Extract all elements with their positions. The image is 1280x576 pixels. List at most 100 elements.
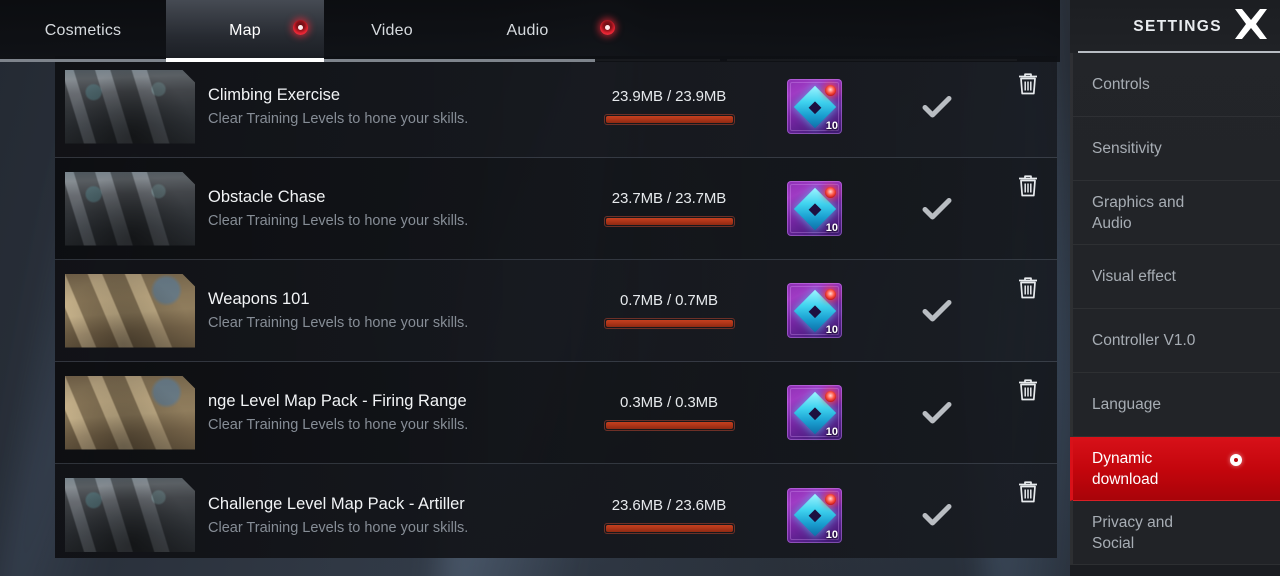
tab-underline [166,58,324,62]
map-description: Clear Training Levels to hone your skill… [208,213,469,229]
sidebar-item-label: Controls [1092,76,1150,93]
map-title: Climbing Exercise [208,86,341,104]
notification-badge-icon [293,20,308,35]
sidebar-item-label: Sensitivity [1092,140,1162,157]
row-text-block: Challenge Level Map Pack - Artiller Clea… [208,494,568,537]
table-row[interactable]: Obstacle Chase Clear Training Levels to … [55,158,1057,260]
map-thumbnail [65,172,195,246]
gem-level-label: 10 [825,426,838,438]
map-title: Challenge Level Map Pack - Artiller [208,494,465,513]
tab-map[interactable]: Map [166,0,324,62]
progress-bar-track [603,318,735,329]
reward-gem-icon[interactable]: 10 [787,181,842,236]
download-size-label: 23.9MB / 23.9MB [611,88,727,105]
category-tab-bar: Cosmetics Map Video Audio [0,0,1060,62]
progress-bar-track [603,216,735,227]
delete-button[interactable] [1017,174,1039,198]
row-text-block: Obstacle Chase Clear Training Levels to … [208,187,568,230]
tab-cosmetics[interactable]: Cosmetics [0,0,166,62]
progress-bar-fill [605,218,733,225]
map-title: Weapons 101 [208,290,310,308]
notification-badge-icon [600,20,615,35]
download-size-label: 23.7MB / 23.7MB [611,190,727,207]
map-description: Clear Training Levels to hone your skill… [208,315,469,331]
tab-underline [324,59,460,62]
gem-level-label: 10 [825,324,838,336]
close-x-icon[interactable] [1232,7,1270,46]
sidebar-item-label: Privacy and Social [1092,513,1173,552]
tab-underline [0,59,166,62]
sidebar-item-label: Dynamic download [1092,449,1159,488]
downloaded-check-icon [920,90,954,124]
download-size-label: 0.7MB / 0.7MB [620,292,718,309]
progress-bar-fill [605,524,733,532]
tab-video[interactable]: Video [324,0,460,62]
downloaded-check-icon [920,498,954,532]
notification-badge-icon [825,85,836,96]
downloaded-check-icon [920,192,954,226]
download-progress: 0.7MB / 0.7MB [579,292,759,329]
notification-badge-icon [1230,454,1242,466]
reward-gem-icon[interactable]: 10 [787,79,842,134]
progress-bar-track [603,114,735,125]
table-row[interactable]: nge Level Map Pack - Firing Range Clear … [55,362,1057,464]
map-title: nge Level Map Pack - Firing Range [208,392,467,410]
reward-gem-icon[interactable]: 10 [787,283,842,338]
progress-bar-fill [605,320,733,327]
sidebar-item-visual-effect[interactable]: Visual effect [1070,245,1280,309]
sidebar-item-label: Graphics and Audio [1092,193,1185,232]
tab-audio[interactable]: Audio [460,0,615,62]
sidebar-item-language[interactable]: Language [1070,373,1280,437]
sidebar-item-sensitivity[interactable]: Sensitivity [1070,117,1280,181]
delete-button[interactable] [1017,72,1039,96]
sidebar-item-label: Visual effect [1092,268,1176,285]
table-row[interactable]: Climbing Exercise Clear Training Levels … [55,56,1057,158]
sidebar-item-controller[interactable]: Controller V1.0 [1070,309,1280,373]
reward-gem-icon[interactable]: 10 [787,385,842,440]
sidebar-item-label: Controller V1.0 [1092,332,1196,349]
gem-level-label: 10 [825,528,838,541]
map-description: Clear Training Levels to hone your skill… [208,417,469,433]
sidebar-footer-spacer [1070,565,1280,576]
sidebar-item-graphics-and-audio[interactable]: Graphics and Audio [1070,181,1280,245]
tab-label: Map [229,22,261,39]
download-progress: 23.9MB / 23.9MB [579,88,759,125]
notification-badge-icon [825,493,836,505]
tab-label: Cosmetics [44,22,122,39]
tab-label: Video [371,22,413,39]
delete-button[interactable] [1017,378,1039,402]
progress-bar-track [603,420,735,431]
delete-button[interactable] [1017,480,1039,504]
map-description: Clear Training Levels to hone your skill… [208,519,469,536]
gem-level-label: 10 [825,120,838,132]
tab-underline [460,59,595,62]
download-progress: 0.3MB / 0.3MB [579,394,759,431]
delete-button[interactable] [1017,276,1039,300]
table-row[interactable]: Weapons 101 Clear Training Levels to hon… [55,260,1057,362]
notification-badge-icon [825,289,836,300]
page-title: SETTINGS [1133,17,1222,35]
settings-header: SETTINGS [1070,0,1280,53]
sidebar-item-dynamic-download[interactable]: Dynamic download [1070,437,1280,501]
row-text-block: Climbing Exercise Clear Training Levels … [208,85,568,128]
gem-level-label: 10 [825,222,838,234]
downloaded-check-icon [920,396,954,430]
table-row[interactable]: Challenge Level Map Pack - Artiller Clea… [55,464,1057,558]
sidebar-item-label: Language [1092,396,1161,413]
downloaded-check-icon [920,294,954,328]
map-thumbnail [65,70,195,144]
map-thumbnail [65,376,195,450]
notification-badge-icon [825,391,836,402]
notification-badge-icon [825,187,836,198]
download-size-label: 23.6MB / 23.6MB [611,496,727,514]
download-list[interactable]: Climbing Exercise Clear Training Levels … [55,56,1057,558]
settings-sidebar: SETTINGS Controls Sensitivity Graphics a… [1070,0,1280,576]
row-text-block: Weapons 101 Clear Training Levels to hon… [208,289,568,332]
sidebar-item-privacy-and-social[interactable]: Privacy and Social [1070,501,1280,565]
map-thumbnail [65,274,195,348]
sidebar-item-controls[interactable]: Controls [1070,53,1280,117]
map-title: Obstacle Chase [208,188,326,206]
download-progress: 23.7MB / 23.7MB [579,190,759,227]
progress-bar-fill [605,116,733,123]
reward-gem-icon[interactable]: 10 [787,487,842,543]
